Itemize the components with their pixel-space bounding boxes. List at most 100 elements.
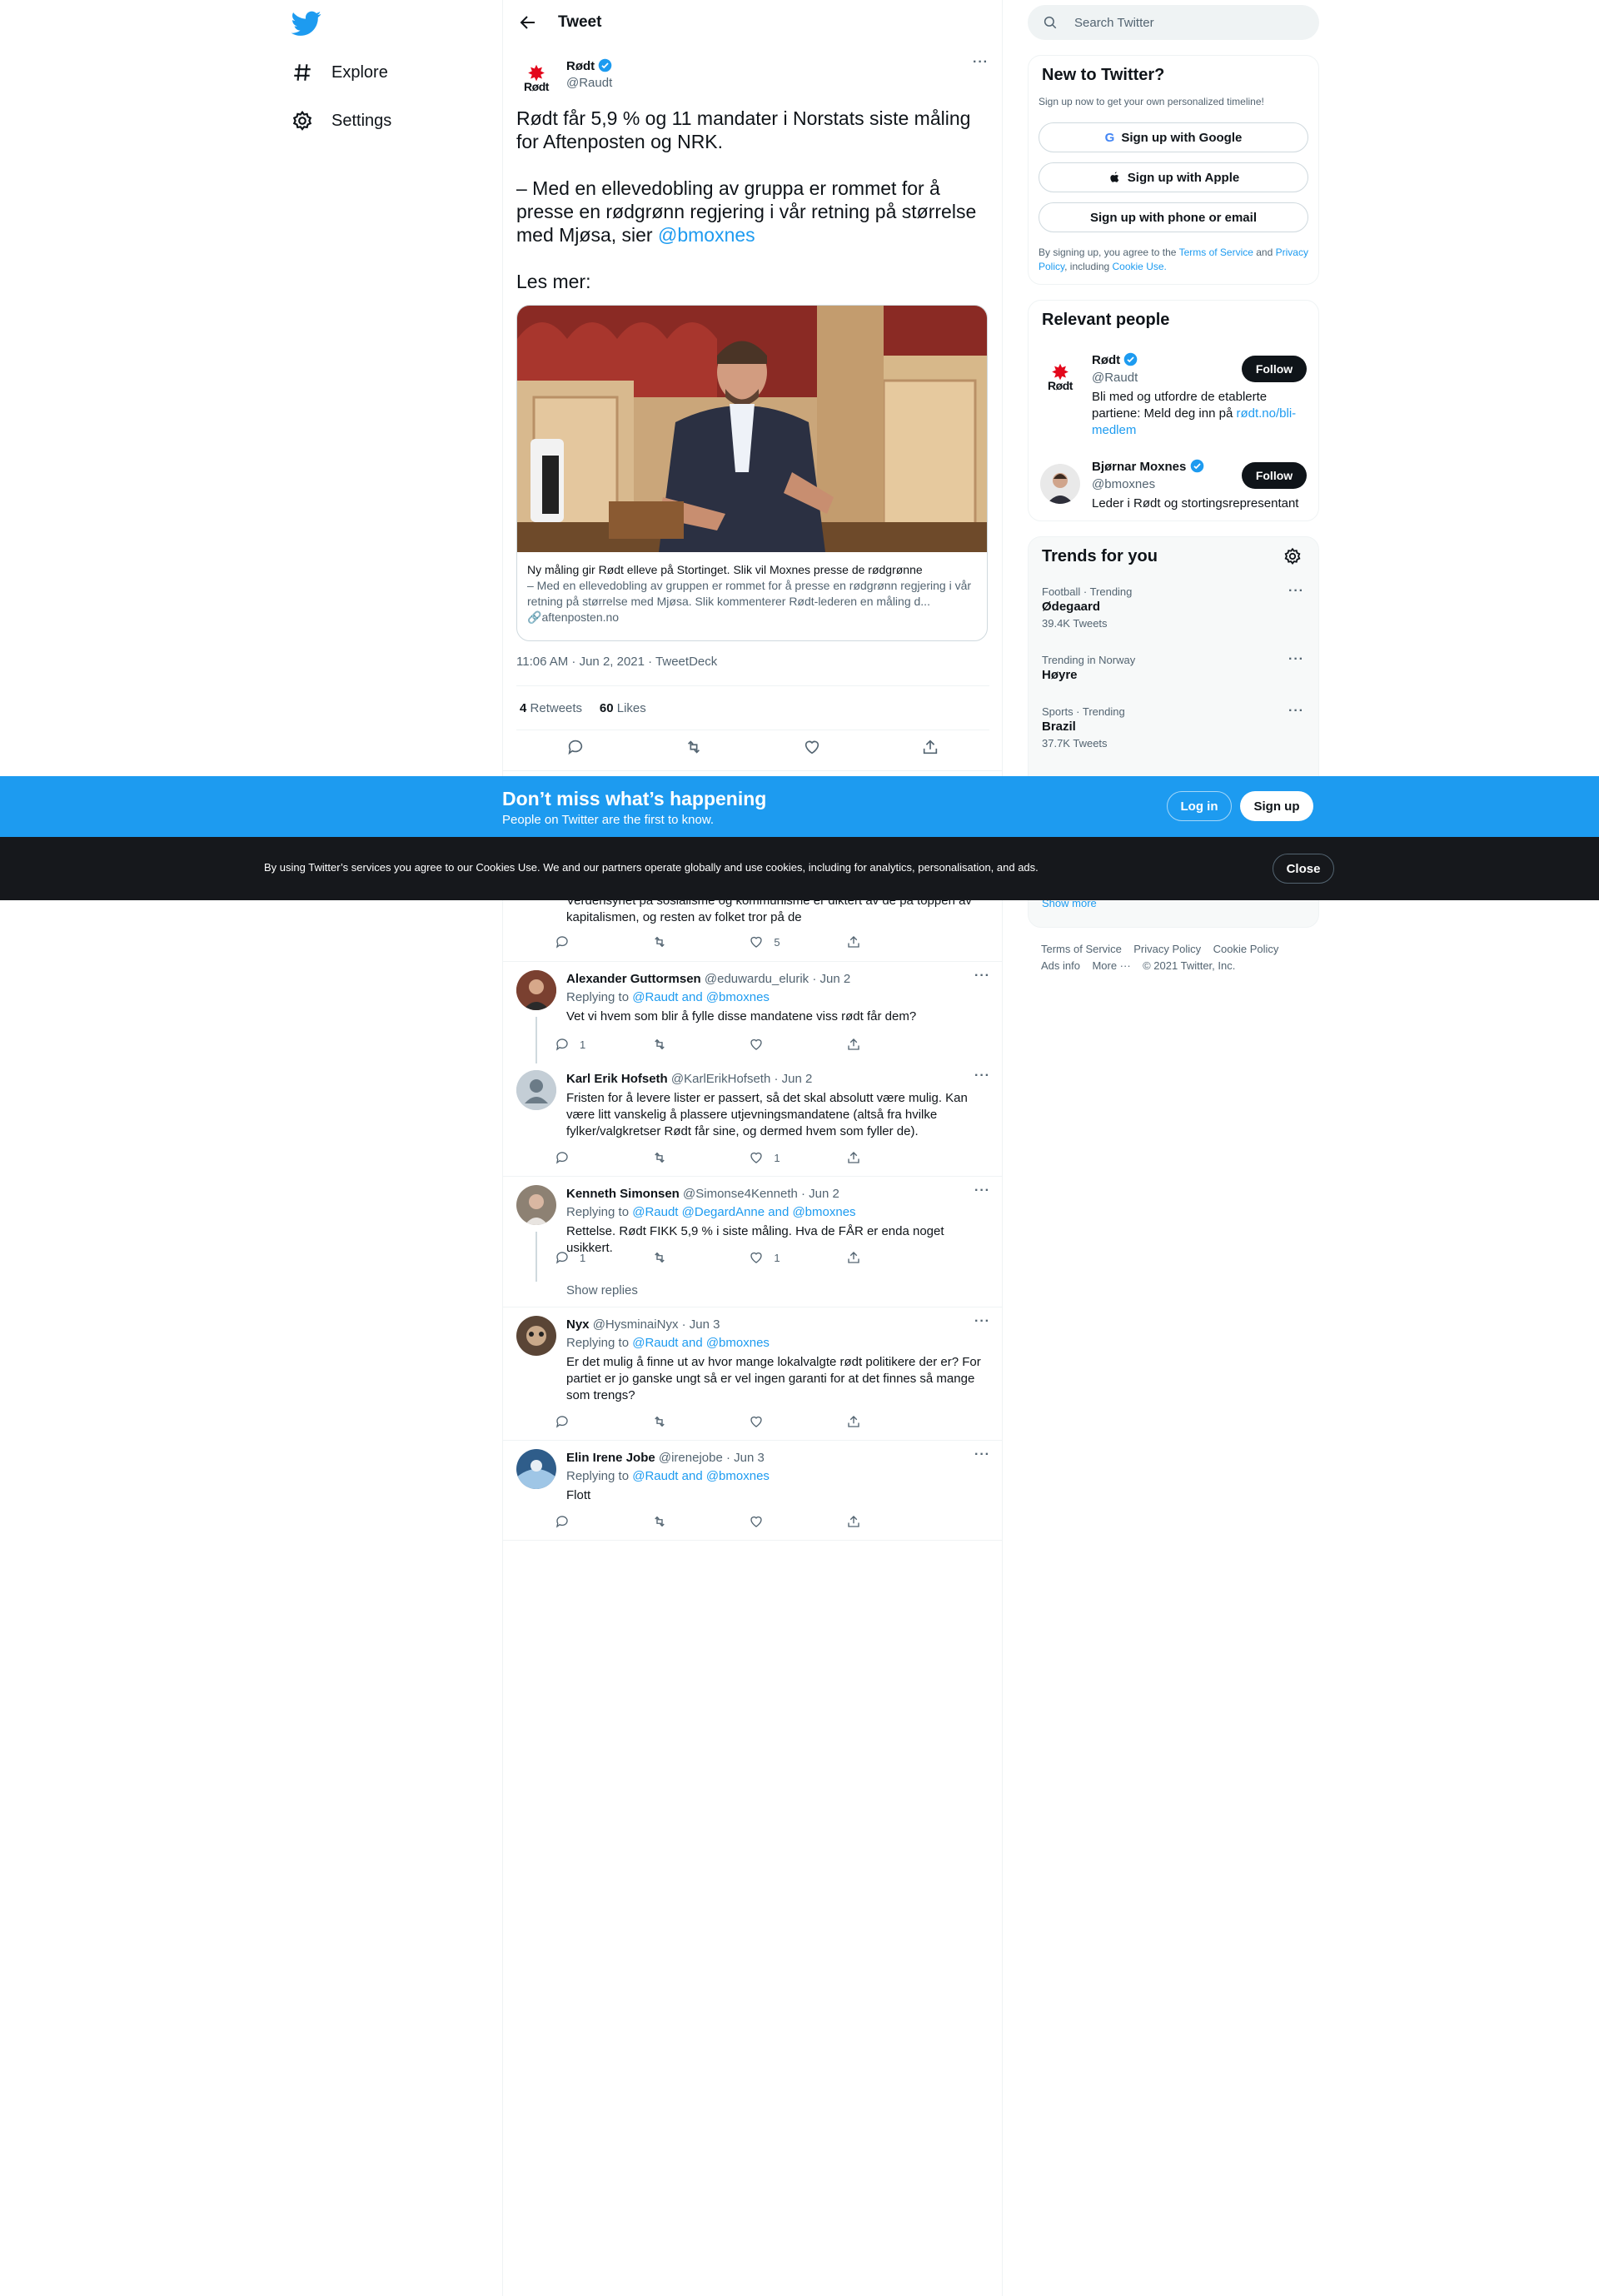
retweet-button[interactable] — [652, 1150, 727, 1165]
twitter-logo-icon[interactable] — [291, 8, 321, 38]
retweet-icon[interactable] — [685, 738, 703, 756]
like-button[interactable]: 1 — [749, 1250, 824, 1265]
share-button[interactable] — [846, 934, 921, 949]
retweet-button[interactable] — [652, 1414, 727, 1429]
like-button[interactable] — [749, 1037, 824, 1052]
person-name[interactable]: Rødt — [1092, 352, 1138, 367]
avatar[interactable] — [516, 970, 556, 1010]
retweet-button[interactable] — [652, 934, 727, 949]
share-button[interactable] — [846, 1514, 921, 1529]
signup-google-button[interactable]: G Sign up with Google — [1039, 122, 1308, 152]
hashtag-icon — [294, 64, 311, 81]
trend-item[interactable]: Trending in Norway Høyre — [1042, 654, 1135, 682]
trend-item[interactable]: Football · Trending Ødegaard 39.4K Tweet… — [1042, 585, 1132, 630]
reply-button[interactable] — [555, 1514, 630, 1529]
footer-cookie-link[interactable]: Cookie Policy — [1213, 943, 1279, 955]
replying-to-link[interactable]: @Raudt @DegardAnne and @bmoxnes — [632, 1205, 855, 1219]
reply-author-handle[interactable]: @HysminaiNyx · Jun 3 — [593, 1317, 720, 1332]
like-button[interactable]: 1 — [749, 1150, 824, 1165]
reply-author-handle[interactable]: @eduwardu_elurik · Jun 2 — [705, 972, 850, 986]
footer-more-link[interactable]: More ··· — [1092, 959, 1130, 972]
avatar[interactable] — [1040, 464, 1080, 504]
replying-to-link[interactable]: @Raudt and @bmoxnes — [632, 990, 770, 1004]
person-moxnes[interactable]: Bjørnar Moxnes @bmoxnes Follow Leder i R… — [1029, 451, 1318, 517]
reply-button[interactable]: 1 — [555, 1037, 630, 1052]
nav-settings[interactable]: Settings — [291, 110, 391, 132]
reply-author-handle[interactable]: @irenejobe · Jun 3 — [659, 1451, 765, 1465]
person-handle[interactable]: @Raudt — [1092, 371, 1138, 385]
like-button[interactable] — [749, 1414, 824, 1429]
signup-button[interactable]: Sign up — [1240, 791, 1313, 821]
avatar[interactable] — [516, 1449, 556, 1489]
more-options-icon[interactable]: ··· — [974, 1314, 990, 1329]
reply-button[interactable]: 1 — [555, 1250, 630, 1265]
reply-author-name[interactable]: Elin Irene Jobe — [566, 1451, 655, 1465]
more-options-icon[interactable]: ··· — [973, 55, 989, 70]
replying-to-link[interactable]: @Raudt and @bmoxnes — [632, 1336, 770, 1350]
link-card[interactable]: Ny måling gir Rødt elleve på Stortinget.… — [516, 305, 988, 641]
share-button[interactable] — [846, 1037, 921, 1052]
nav-explore[interactable]: Explore — [291, 62, 388, 83]
more-options-icon[interactable]: ··· — [974, 969, 990, 984]
reply-button[interactable] — [555, 934, 630, 949]
follow-button[interactable]: Follow — [1242, 356, 1307, 382]
more-options-icon[interactable]: ··· — [974, 1447, 990, 1462]
reply-author-name[interactable]: Kenneth Simonsen — [566, 1187, 680, 1201]
person-name[interactable]: Bjørnar Moxnes — [1092, 459, 1204, 474]
cookie-use-link[interactable]: Cookie Use. — [1113, 261, 1167, 272]
reply-author-name[interactable]: Nyx — [566, 1317, 590, 1332]
share-button[interactable] — [846, 1250, 921, 1265]
signup-apple-button[interactable]: Sign up with Apple — [1039, 162, 1308, 192]
close-button[interactable]: Close — [1273, 854, 1334, 884]
avatar[interactable] — [516, 1185, 556, 1225]
like-button[interactable]: 5 — [749, 934, 824, 949]
retweet-button[interactable] — [652, 1037, 727, 1052]
back-arrow-icon[interactable] — [518, 12, 538, 32]
more-options-icon[interactable]: ··· — [1288, 704, 1304, 719]
search-input[interactable]: Search Twitter — [1028, 5, 1319, 40]
more-options-icon[interactable]: ··· — [974, 1068, 990, 1083]
reply-author-name[interactable]: Alexander Guttormsen — [566, 972, 701, 986]
more-options-icon[interactable]: ··· — [974, 1183, 990, 1198]
avatar[interactable]: ✸ Rødt — [516, 58, 556, 98]
footer-privacy-link[interactable]: Privacy Policy — [1133, 943, 1201, 955]
retweet-button[interactable] — [652, 1250, 727, 1265]
replying-to-link[interactable]: @Raudt and @bmoxnes — [632, 1469, 770, 1483]
terms-link[interactable]: Terms of Service — [1179, 247, 1253, 258]
retweets-stat[interactable]: 4 Retweets — [520, 701, 582, 715]
mention-link[interactable]: @bmoxnes — [658, 224, 755, 246]
login-button[interactable]: Log in — [1167, 791, 1232, 821]
gear-icon[interactable] — [1283, 547, 1302, 565]
trend-item[interactable]: Sports · Trending Brazil 37.7K Tweets — [1042, 705, 1125, 750]
share-icon[interactable] — [921, 738, 939, 756]
more-options-icon[interactable]: ··· — [1288, 652, 1304, 667]
avatar[interactable] — [516, 1070, 556, 1110]
author-name[interactable]: Rødt — [566, 58, 612, 73]
reply-author-name[interactable]: Karl Erik Hofseth — [566, 1072, 668, 1086]
reply-author-handle[interactable]: @Simonse4Kenneth · Jun 2 — [683, 1187, 839, 1201]
person-rodt[interactable]: ✸ Rødt Rødt @Raudt Follow Bli med og utf… — [1029, 344, 1318, 446]
retweet-button[interactable] — [652, 1514, 727, 1529]
replying-to: Replying to @Raudt and @bmoxnes — [566, 1469, 770, 1483]
reply-author-handle[interactable]: @KarlErikHofseth · Jun 2 — [671, 1072, 812, 1086]
share-button[interactable] — [846, 1150, 921, 1165]
author-handle[interactable]: @Raudt — [566, 76, 612, 90]
like-count: 1 — [774, 1251, 780, 1264]
show-replies-link[interactable]: Show replies — [566, 1283, 638, 1297]
person-handle[interactable]: @bmoxnes — [1092, 477, 1155, 491]
follow-button[interactable]: Follow — [1242, 462, 1307, 489]
avatar[interactable]: ✸ Rødt — [1040, 357, 1080, 397]
share-button[interactable] — [846, 1414, 921, 1429]
footer-ads-link[interactable]: Ads info — [1041, 959, 1080, 972]
more-options-icon[interactable]: ··· — [1288, 584, 1304, 599]
like-button[interactable] — [749, 1514, 824, 1529]
likes-stat[interactable]: 60 Likes — [600, 701, 646, 715]
reply-button[interactable] — [555, 1150, 630, 1165]
avatar[interactable] — [516, 1316, 556, 1356]
signup-phone-button[interactable]: Sign up with phone or email — [1039, 202, 1308, 232]
like-icon[interactable] — [803, 738, 821, 756]
reply-button[interactable] — [555, 1414, 630, 1429]
tweet-timestamp[interactable]: 11:06 AM · Jun 2, 2021 · TweetDeck — [516, 655, 717, 669]
footer-terms-link[interactable]: Terms of Service — [1041, 943, 1122, 955]
reply-icon[interactable] — [566, 738, 585, 756]
